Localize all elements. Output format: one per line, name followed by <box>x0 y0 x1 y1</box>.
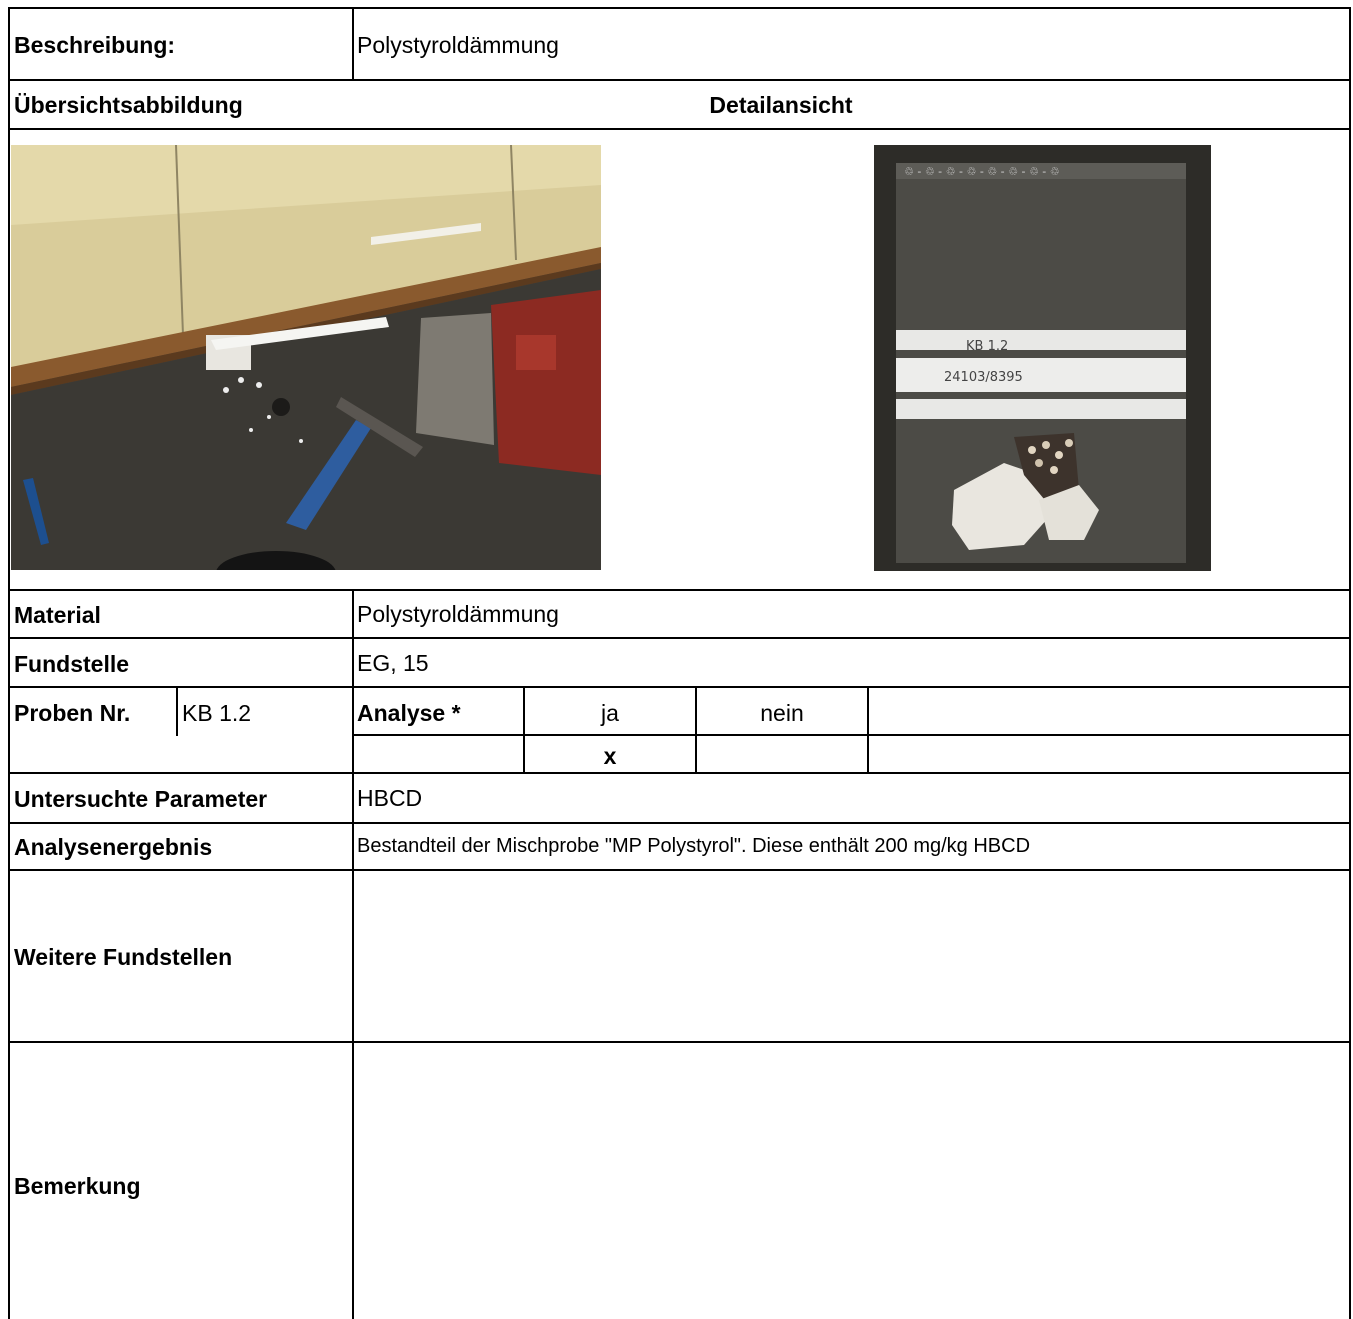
grid-line <box>1349 7 1351 1319</box>
bemerkung-label: Bemerkung <box>14 1173 141 1199</box>
fundstelle-value: EG, 15 <box>357 650 429 676</box>
parameter-label: Untersuchte Parameter <box>14 786 268 812</box>
grid-line <box>352 589 354 1319</box>
analyse-label: Analyse * <box>357 700 461 726</box>
grid-line <box>8 822 1351 824</box>
grid-line <box>352 7 354 81</box>
detail-header: Detailansicht <box>709 92 853 118</box>
beschreibung-label: Beschreibung: <box>14 32 176 58</box>
uebersicht-header: Übersichtsabbildung <box>14 92 243 118</box>
bag-label-2: 24103/8395 <box>944 370 1023 385</box>
analyse-nein-label: nein <box>760 700 804 726</box>
material-value: Polystyroldämmung <box>357 601 559 627</box>
parameter-value: HBCD <box>357 785 423 811</box>
beschreibung-value: Polystyroldämmung <box>357 32 559 58</box>
analyse-ja-label: ja <box>601 700 619 726</box>
analyse-ja-mark: x <box>603 743 617 769</box>
bag-label-1: KB 1.2 <box>966 339 1008 354</box>
material-label: Material <box>14 602 101 628</box>
analysenergebnis-label: Analysenergebnis <box>14 834 213 860</box>
grid-line <box>8 79 1351 81</box>
grid-line <box>8 772 1351 774</box>
grid-line <box>176 686 178 736</box>
analysenergebnis-value: Bestandteil der Mischprobe "MP Polystyro… <box>357 835 1031 857</box>
grid-line <box>8 637 1351 639</box>
weitere-fundstellen-label: Weitere Fundstellen <box>14 944 233 970</box>
grid-line <box>8 869 1351 871</box>
grid-line <box>8 1041 1351 1043</box>
fundstelle-label: Fundstelle <box>14 651 130 677</box>
svg-text:♲ - ♲ - ♲ - ♲ - ♲ - ♲ - ♲ - ♲: ♲ - ♲ - ♲ - ♲ - ♲ - ♲ - ♲ - ♲ <box>904 165 1060 178</box>
grid-line <box>8 7 10 1319</box>
grid-line <box>8 589 1351 591</box>
grid-line <box>8 686 1351 688</box>
proben-nr-value: KB 1.2 <box>182 700 252 726</box>
grid-line <box>867 686 869 774</box>
sample-bag-photo: ♲ - ♲ - ♲ - ♲ - ♲ - ♲ - ♲ - ♲ KB 1.2 241… <box>874 145 1211 571</box>
proben-nr-label: Proben Nr. <box>14 700 131 726</box>
grid-line <box>352 734 1351 736</box>
grid-line <box>8 7 1351 9</box>
overview-photo <box>11 145 601 570</box>
grid-line <box>8 128 1351 130</box>
